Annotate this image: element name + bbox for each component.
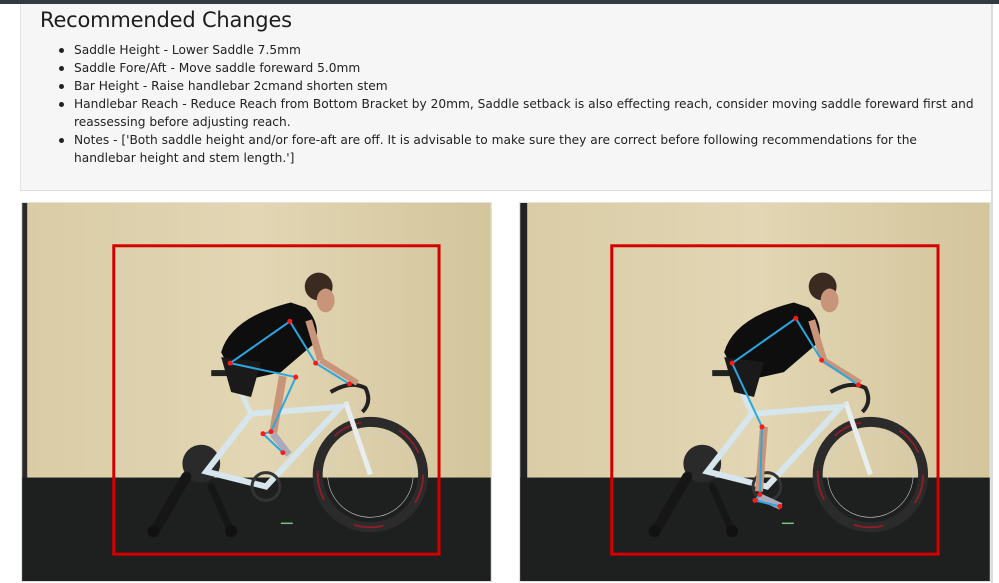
list-item-text: Handlebar Reach - Reduce Reach from Bott… [74, 97, 974, 129]
pose-image-card-right [519, 202, 991, 582]
bullet-icon [59, 48, 64, 53]
list-item: Handlebar Reach - Reduce Reach from Bott… [59, 95, 979, 131]
bullet-icon [59, 102, 64, 107]
pose-analysis-image-bottom-of-stroke [520, 203, 990, 581]
pose-image-card-left [21, 202, 492, 582]
list-item: Saddle Height - Lower Saddle 7.5mm [59, 41, 979, 59]
pose-analysis-image-top-of-stroke [22, 203, 491, 581]
list-item-text: Bar Height - Raise handlebar 2cmand shor… [74, 79, 388, 93]
bullet-icon [59, 138, 64, 143]
list-item-text: Saddle Fore/Aft - Move saddle foreward 5… [74, 61, 361, 75]
bullet-icon [59, 66, 64, 71]
list-item: Saddle Fore/Aft - Move saddle foreward 5… [59, 59, 979, 77]
list-item: Bar Height - Raise handlebar 2cmand shor… [59, 77, 979, 95]
list-item-text: Notes - ['Both saddle height and/or fore… [74, 133, 917, 165]
list-item: Notes - ['Both saddle height and/or fore… [59, 131, 979, 167]
list-item-text: Saddle Height - Lower Saddle 7.5mm [74, 43, 301, 57]
scrollbar-track[interactable] [991, 4, 993, 583]
recommended-changes-panel: Recommended Changes Saddle Height - Lowe… [20, 4, 991, 191]
bullet-icon [59, 84, 64, 89]
recommendations-list: Saddle Height - Lower Saddle 7.5mm Saddl… [59, 41, 979, 167]
section-title: Recommended Changes [40, 8, 292, 32]
